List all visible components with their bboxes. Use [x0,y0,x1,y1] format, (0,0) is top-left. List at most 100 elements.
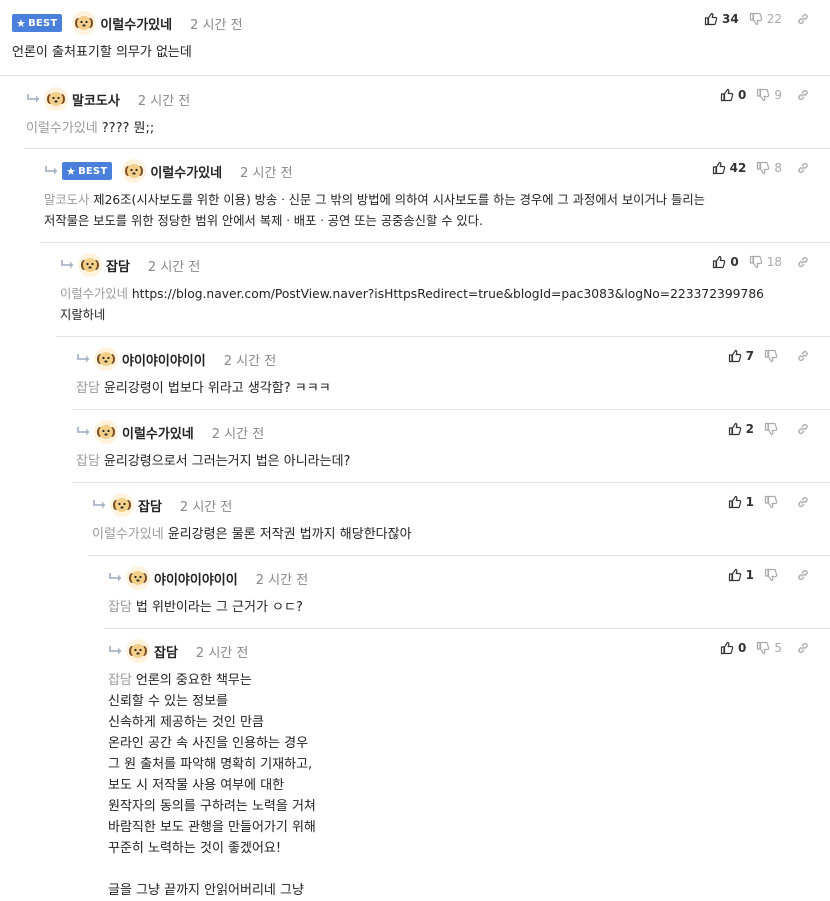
author-name[interactable]: 야이야이야이이 [154,569,238,588]
author-name[interactable]: 말코도사 [72,90,120,109]
reply-arrow-icon [108,571,126,585]
downvote-button[interactable]: 9 [756,88,782,102]
link-button[interactable] [796,422,814,436]
mention-link[interactable]: 잡담 [108,673,132,688]
thumbs-down-icon [749,255,763,269]
thumbs-down-icon [756,641,770,655]
timestamp: 2 시간 전 [240,165,293,181]
avatar[interactable] [94,347,118,371]
upvote-button[interactable]: 2 [728,422,754,436]
mention-link[interactable]: 이럴수가있네 [26,121,98,136]
link-button[interactable] [796,641,814,655]
author-name[interactable]: 잡담 [154,642,178,661]
comment: 야이야이야이이 2 시간 전 7 잡담 윤리강령이 법보다 위라고 생각함? ㅋㅋ… [72,337,830,410]
avatar[interactable] [126,566,150,590]
avatar[interactable] [122,159,147,183]
avatar[interactable] [94,420,118,444]
downvote-button[interactable]: 8 [756,161,782,175]
downvote-button[interactable] [764,495,782,509]
comment: 말코도사 2 시간 전 0 9 이럴수가있네???? 뭔;; [24,76,830,149]
author-name[interactable]: 이럴수가있네 [150,162,222,181]
mention-link[interactable]: 이럴수가있네 [92,527,164,542]
link-icon [796,12,810,26]
upvote-button[interactable]: 1 [728,495,754,509]
comment: ★ BEST 이럴수가있네 2 시간 전 42 8 말코도사 제26조(시사보도를 … [40,149,830,243]
upvote-button[interactable]: 34 [704,12,739,26]
upvote-button[interactable]: 0 [712,255,739,269]
comment-list: ★ BEST 이럴수가있네 2 시간 전 34 22 언론이 출처표기할 의무가 … [0,0,830,898]
comment-body: 잡담 법 위반이라는 그 근거가 ㅇㄷ? [108,600,303,615]
downvote-button[interactable] [764,568,782,582]
thumbs-down-icon [756,161,770,175]
link-button[interactable] [796,349,814,363]
downvote-button[interactable] [764,349,782,363]
timestamp: 2 시간 전 [137,93,191,109]
link-icon [796,422,810,436]
comment-body: 잡담 언론의 중요한 책무는 신뢰할 수 있는 정보를 신속하게 제공하는 것인 만큼… [108,670,830,901]
comment-body: 이럴수가있네 윤리강령은 물론 저작권 법까지 해당한다잖아 [92,527,412,542]
upvote-button[interactable]: 7 [728,349,754,363]
mention-link[interactable]: 잡담 [76,381,100,396]
mention-link[interactable]: 잡담 [76,454,100,469]
link-icon [796,641,810,655]
link-button[interactable] [796,12,814,26]
comment: 야이야이야이이 2 시간 전 1 잡담 법 위반이라는 그 근거가 ㅇㄷ? [104,556,830,629]
avatar[interactable] [110,493,134,517]
star-icon: ★ [16,16,27,30]
avatar[interactable] [72,11,97,35]
timestamp: 2 시간 전 [195,645,249,661]
avatar[interactable] [126,639,150,663]
downvote-button[interactable]: 22 [749,12,782,26]
reply-arrow-icon [92,498,110,512]
thumbs-down-icon [764,495,778,509]
reply-arrow-icon [44,164,62,178]
reply-arrow-icon [76,352,94,366]
downvote-button[interactable]: 18 [749,255,782,269]
upvote-button[interactable]: 42 [712,161,746,175]
author-name[interactable]: 이럴수가있네 [100,14,172,33]
author-name[interactable]: 야이야이야이이 [122,350,206,369]
comment: 잡담 2 시간 전 0 5 잡담 언론의 중요한 책무는 신뢰할 수 있는 정보를 신… [104,629,830,898]
comment-body: 이럴수가있네 https://blog.naver.com/PostView.na… [60,287,764,322]
reply-arrow-icon [60,258,78,272]
author-name[interactable]: 이럴수가있네 [122,423,194,442]
timestamp: 2 시간 전 [190,17,243,33]
link-button[interactable] [796,568,814,582]
avatar[interactable] [44,87,68,111]
comment: 이럴수가있네 2 시간 전 2 잡담 윤리강령으로서 그러는거지 법은 아니라는데… [72,410,830,483]
author-name[interactable]: 잡담 [138,496,162,515]
thumbs-up-icon [728,422,742,436]
comment-body: 이럴수가있네???? 뭔;; [26,121,155,136]
comment-body: 잡담 윤리강령으로서 그러는거지 법은 아니라는데? [76,454,351,469]
mention-link[interactable]: 말코도사 [44,193,89,207]
upvote-button[interactable]: 1 [728,568,754,582]
reply-arrow-icon [76,425,94,439]
link-button[interactable] [796,255,814,269]
link-icon [796,88,810,102]
timestamp: 2 시간 전 [147,259,201,275]
author-name[interactable]: 잡담 [106,256,130,275]
link-button[interactable] [796,88,814,102]
thumbs-down-icon [764,349,778,363]
thumbs-down-icon [749,12,763,26]
mention-link[interactable]: 이럴수가있네 [60,287,128,301]
downvote-button[interactable]: 5 [756,641,782,655]
thumbs-down-icon [764,568,778,582]
upvote-button[interactable]: 0 [720,88,746,102]
best-badge: ★ BEST [62,162,113,180]
comment-body: 언론이 출처표기할 의무가 없는데 [12,45,192,60]
link-button[interactable] [796,161,814,175]
reply-arrow-icon [108,644,126,658]
comment: 잡담 2 시간 전 1 이럴수가있네 윤리강령은 물론 저작권 법까지 해당한다잖… [88,483,830,556]
upvote-button[interactable]: 0 [720,641,746,655]
link-button[interactable] [796,495,814,509]
thumbs-up-icon [728,568,742,582]
avatar[interactable] [78,253,102,277]
timestamp: 2 시간 전 [179,499,233,515]
timestamp: 2 시간 전 [255,572,309,588]
thumbs-up-icon [704,12,718,26]
mention-link[interactable]: 잡담 [108,600,132,615]
downvote-button[interactable] [764,422,782,436]
link-icon [796,161,810,175]
